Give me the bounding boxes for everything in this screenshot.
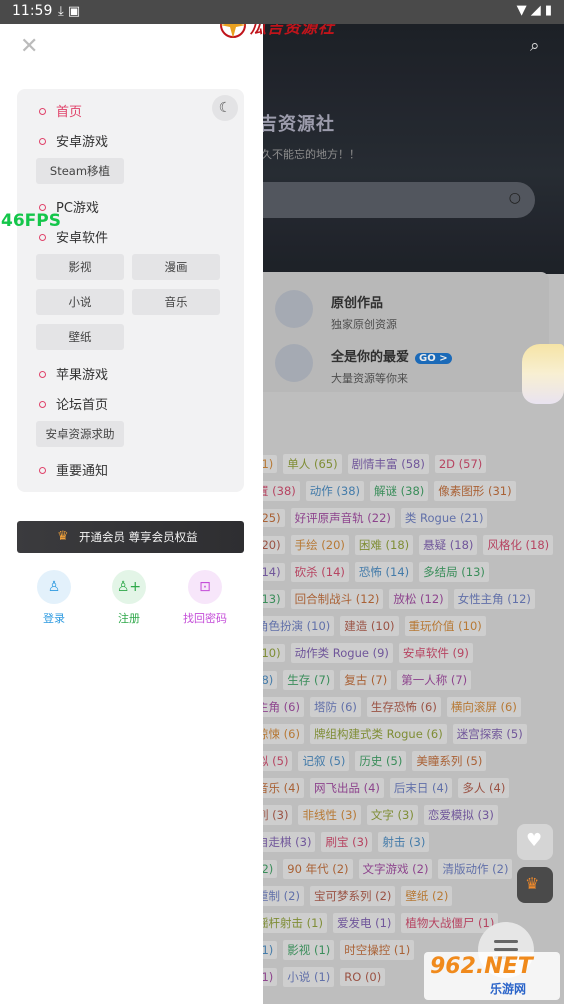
vip-button[interactable]: ♛ [517,867,553,903]
add-user-icon: ♙+ [112,570,146,604]
search-icon[interactable]: ⌕ [530,36,540,56]
status-icons: ▼ ◢ ▮ [517,3,552,18]
signal-icon: ◢ [530,3,541,18]
bullet-icon [39,467,46,474]
chip-comic[interactable]: 漫画 [132,254,220,280]
recover-label: 找回密码 [183,612,227,625]
download-icon: ⤓ ▣ [58,4,81,19]
status-time: 11:59 [12,3,53,19]
mascot-image[interactable] [522,344,564,404]
chip-novel[interactable]: 小说 [36,289,124,315]
chip-request[interactable]: 安卓资源求助 [36,421,124,447]
nav-label: 苹果游戏 [56,368,109,383]
moon-icon: ☾ [218,100,232,116]
status-bar: 11:59 ⤓ ▣ ▼ ◢ ▮ [0,0,564,24]
nav-label: 首页 [56,105,83,120]
bullet-icon [39,234,46,241]
nav-item-notice[interactable]: 重要通知 [39,460,108,479]
fps-overlay: 46FPS [1,211,61,231]
nav-drawer: ✕ ☾ 首页 安卓游戏 Steam移植 PC游戏 安卓软件 影视 漫画 小说 音… [0,24,263,1004]
watermark-logo: 962.NET 乐游网 [424,952,560,1000]
crown-icon: ♛ [57,529,69,544]
bullet-icon [39,138,46,145]
nav-label: PC游戏 [56,201,99,216]
close-icon[interactable]: ✕ [20,34,38,59]
nav-label: 安卓游戏 [56,135,109,150]
register-label: 注册 [118,612,140,625]
chip-video[interactable]: 影视 [36,254,124,280]
nav-item-home[interactable]: 首页 [39,101,82,120]
vip-label: 开通会员 尊享会员权益 [79,530,198,544]
bullet-icon [39,401,46,408]
chip-steam[interactable]: Steam移植 [36,158,124,184]
favorite-button[interactable]: ♥ [517,824,553,860]
nav-item-forum[interactable]: 论坛首页 [39,394,108,413]
lock-icon: ⊡ [188,570,222,604]
bullet-icon [39,108,46,115]
nav-item-android-games[interactable]: 安卓游戏 [39,131,108,150]
nav-label: 论坛首页 [56,398,109,413]
vip-banner[interactable]: ♛ 开通会员 尊享会员权益 [17,521,244,553]
register-button[interactable]: ♙+ 注册 [99,570,159,626]
wifi-icon: ▼ [516,3,527,18]
bullet-icon [39,204,46,211]
nav-card: ☾ 首页 安卓游戏 Steam移植 PC游戏 安卓软件 影视 漫画 小说 音乐 … [17,89,244,492]
bullet-icon [39,371,46,378]
dark-mode-toggle[interactable]: ☾ [212,95,238,121]
watermark-sub: 乐游网 [490,982,527,996]
chip-music[interactable]: 音乐 [132,289,220,315]
heart-icon: ♥ [526,830,543,851]
nav-item-apple-games[interactable]: 苹果游戏 [39,364,108,383]
crown-icon: ♛ [525,874,540,893]
battery-icon: ▮ [544,3,552,18]
nav-label: 安卓软件 [56,231,109,246]
watermark-brand: 962.NET [430,954,533,979]
login-button[interactable]: ♙ 登录 [24,570,84,626]
chip-wallpaper[interactable]: 壁纸 [36,324,124,350]
recover-password-button[interactable]: ⊡ 找回密码 [175,570,235,626]
notification-icon: ▣ [67,4,81,19]
login-icon: ♙ [37,570,71,604]
login-label: 登录 [43,612,65,625]
nav-label: 重要通知 [56,464,109,479]
